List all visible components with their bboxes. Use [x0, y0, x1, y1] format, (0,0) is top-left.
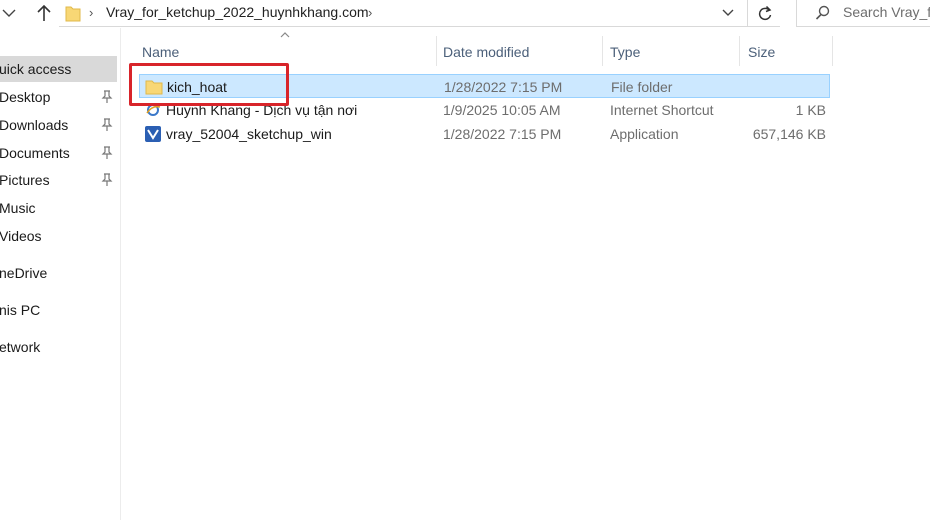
application-icon [145, 126, 161, 142]
nav-item-label: Downloads [0, 117, 69, 133]
pin-icon[interactable] [101, 146, 113, 160]
column-header-size[interactable]: Size [740, 38, 832, 66]
highlight-annotation-box [129, 63, 289, 106]
nav-item-label: neDrive [0, 265, 48, 281]
nav-item-quick-access[interactable]: uick access [0, 56, 117, 82]
chevron-down-icon[interactable] [721, 7, 735, 19]
search-input[interactable]: Search Vray_fo [796, 0, 930, 27]
nav-item-videos[interactable]: Videos [0, 223, 117, 249]
column-header-label: Size [748, 44, 776, 60]
file-date-modified: 1/28/2022 7:15 PM [443, 126, 562, 142]
nav-item-this-pc[interactable]: nis PC [0, 297, 117, 323]
file-date-modified: 1/28/2022 7:15 PM [444, 79, 563, 95]
breadcrumb-separator[interactable]: › [368, 5, 372, 20]
pin-icon[interactable] [101, 173, 113, 187]
refresh-icon [758, 5, 772, 21]
nav-item-label: Documents [0, 145, 70, 161]
nav-item-downloads[interactable]: Downloads [0, 112, 117, 138]
column-divider[interactable] [832, 36, 833, 66]
column-header-label: Type [610, 44, 641, 60]
pin-icon[interactable] [101, 90, 113, 104]
pin-icon[interactable] [101, 118, 113, 132]
column-header-date-modified[interactable]: Date modified [437, 38, 602, 66]
file-type: File folder [611, 79, 673, 95]
file-type: Internet Shortcut [610, 102, 714, 118]
column-header-label: Date modified [443, 44, 530, 60]
nav-item-music[interactable]: Music [0, 195, 117, 221]
nav-item-pictures[interactable]: Pictures [0, 167, 117, 193]
nav-item-network[interactable]: etwork [0, 334, 117, 360]
file-date-modified: 1/9/2025 10:05 AM [443, 102, 561, 118]
search-placeholder: Search Vray_fo [843, 4, 930, 20]
breadcrumb-current-folder[interactable]: Vray_for_ketchup_2022_huynhkhang.com [106, 4, 369, 20]
nav-item-label: Videos [0, 228, 42, 244]
nav-item-label: Desktop [0, 89, 51, 105]
navigation-pane: uick access Desktop Downloads Documents … [0, 28, 121, 520]
nav-item-label: Pictures [0, 172, 50, 188]
file-row-vray-installer[interactable]: vray_52004_sketchup_win 1/28/2022 7:15 P… [139, 122, 830, 146]
address-bar[interactable]: › Vray_for_ketchup_2022_huynhkhang.com › [59, 0, 748, 27]
refresh-button[interactable] [748, 0, 780, 27]
nav-item-label: nis PC [0, 302, 41, 318]
column-header-type[interactable]: Type [603, 38, 739, 66]
folder-icon [65, 6, 81, 22]
file-size: 1 KB [795, 102, 826, 118]
search-icon [815, 5, 830, 20]
file-name: vray_52004_sketchup_win [166, 126, 332, 142]
address-toolbar: › Vray_for_ketchup_2022_huynhkhang.com ›… [0, 0, 930, 28]
file-type: Application [610, 126, 679, 142]
file-size: 657,146 KB [752, 126, 826, 142]
nav-item-label: etwork [0, 339, 41, 355]
breadcrumb-separator[interactable]: › [89, 5, 93, 20]
column-header-label: Name [142, 44, 180, 60]
nav-item-onedrive[interactable]: neDrive [0, 260, 117, 286]
nav-item-label: Music [0, 200, 36, 216]
recent-locations-chevron-icon[interactable] [0, 2, 18, 24]
up-arrow-icon[interactable] [34, 3, 54, 23]
column-header-name[interactable]: Name [139, 38, 436, 66]
nav-item-documents[interactable]: Documents [0, 140, 117, 166]
nav-item-desktop[interactable]: Desktop [0, 84, 117, 110]
nav-item-label: uick access [0, 61, 72, 77]
